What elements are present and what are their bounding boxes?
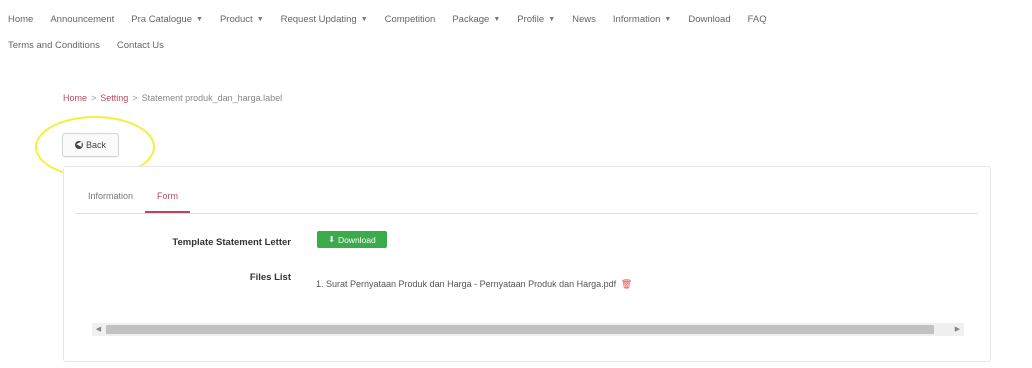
breadcrumb: Home > Setting > Statement produk_dan_harga.…	[63, 93, 282, 103]
files-list-label: Files List	[249, 272, 291, 283]
trash-icon[interactable]: 🗑	[621, 279, 632, 289]
nav-item-announcement[interactable]: Announcement	[50, 7, 114, 33]
file-link[interactable]: 1. Surat Pernyataan Produk dan Harga - P…	[316, 279, 616, 289]
nav-row-primary: Home Announcement Pra Catalogue ▼ Product ▼ Re…	[8, 11, 1024, 29]
content-panel: Information Form Template Statement Lett…	[63, 166, 991, 362]
horizontal-scrollbar[interactable]: ◀ ▶	[92, 323, 964, 336]
chevron-down-icon: ▼	[548, 16, 556, 23]
breadcrumb-current: Statement produk_dan_harga.label	[141, 93, 283, 103]
nav-item-label: FAQ	[747, 14, 767, 25]
nav-item-label: Announcement	[50, 14, 115, 25]
download-icon: ⬇	[328, 235, 335, 244]
nav-item-label: News	[572, 14, 596, 25]
nav-item-label: Terms and Conditions	[8, 40, 100, 51]
nav-item-pra-catalogue[interactable]: Pra Catalogue ▼	[131, 7, 203, 33]
nav-item-label: Download	[688, 14, 731, 25]
breadcrumb-setting[interactable]: Setting	[100, 93, 128, 103]
chevron-down-icon: ▼	[360, 16, 368, 23]
back-button-label: Back	[85, 140, 106, 150]
top-navigation: Home Announcement Pra Catalogue ▼ Product ▼ Re…	[8, 11, 1024, 55]
chevron-down-icon: ▼	[196, 16, 203, 23]
nav-item-label: Package	[452, 14, 490, 25]
nav-item-label: Contact Us	[116, 40, 164, 51]
chevron-down-icon: ▼	[256, 16, 264, 23]
nav-item-competition[interactable]: Competition	[385, 7, 436, 33]
nav-item-home[interactable]: Home	[8, 7, 33, 33]
nav-item-download[interactable]: Download	[688, 7, 730, 33]
nav-item-label: Information	[612, 14, 661, 25]
back-button[interactable]: ◀ Back	[62, 133, 119, 157]
scroll-right-icon[interactable]: ▶	[951, 323, 964, 336]
tab-form[interactable]: Form	[145, 183, 191, 213]
breadcrumb-separator: >	[132, 93, 138, 103]
nav-item-terms-and-conditions[interactable]: Terms and Conditions	[8, 33, 100, 59]
download-button[interactable]: ⬇ Download	[317, 231, 387, 248]
chevron-down-icon: ▼	[493, 16, 501, 23]
download-button-label: Download	[337, 234, 376, 245]
chevron-down-icon: ▼	[664, 16, 672, 23]
scroll-left-icon[interactable]: ◀	[92, 323, 105, 336]
nav-item-label: Product	[219, 14, 253, 25]
scrollbar-thumb[interactable]	[106, 325, 934, 334]
nav-item-label: Pra Catalogue	[131, 14, 192, 25]
template-statement-label: Template Statement Letter	[172, 237, 291, 248]
nav-item-label: Profile	[517, 14, 545, 25]
nav-item-product[interactable]: Product ▼	[220, 7, 264, 33]
nav-item-request-updating[interactable]: Request Updating ▼	[281, 7, 368, 33]
nav-item-contact-us[interactable]: Contact Us	[117, 33, 164, 59]
tab-bar: Information Form	[76, 183, 978, 214]
breadcrumb-separator: >	[91, 93, 97, 103]
nav-item-package[interactable]: Package ▼	[452, 7, 500, 33]
nav-item-profile[interactable]: Profile ▼	[517, 7, 555, 33]
tab-information[interactable]: Information	[76, 183, 145, 213]
nav-item-label: Competition	[384, 14, 436, 25]
nav-item-faq[interactable]: FAQ	[748, 7, 767, 33]
nav-item-information[interactable]: Information ▼	[613, 7, 671, 33]
arrow-left-circle-icon: ◀	[74, 141, 83, 149]
breadcrumb-home[interactable]: Home	[63, 93, 87, 103]
nav-item-news[interactable]: News	[572, 7, 596, 33]
file-list-item: 1. Surat Pernyataan Produk dan Harga - P…	[316, 279, 632, 290]
nav-item-label: Home	[8, 14, 34, 25]
nav-item-label: Request Updating	[280, 14, 357, 25]
nav-row-secondary: Terms and Conditions Contact Us	[8, 37, 1024, 55]
